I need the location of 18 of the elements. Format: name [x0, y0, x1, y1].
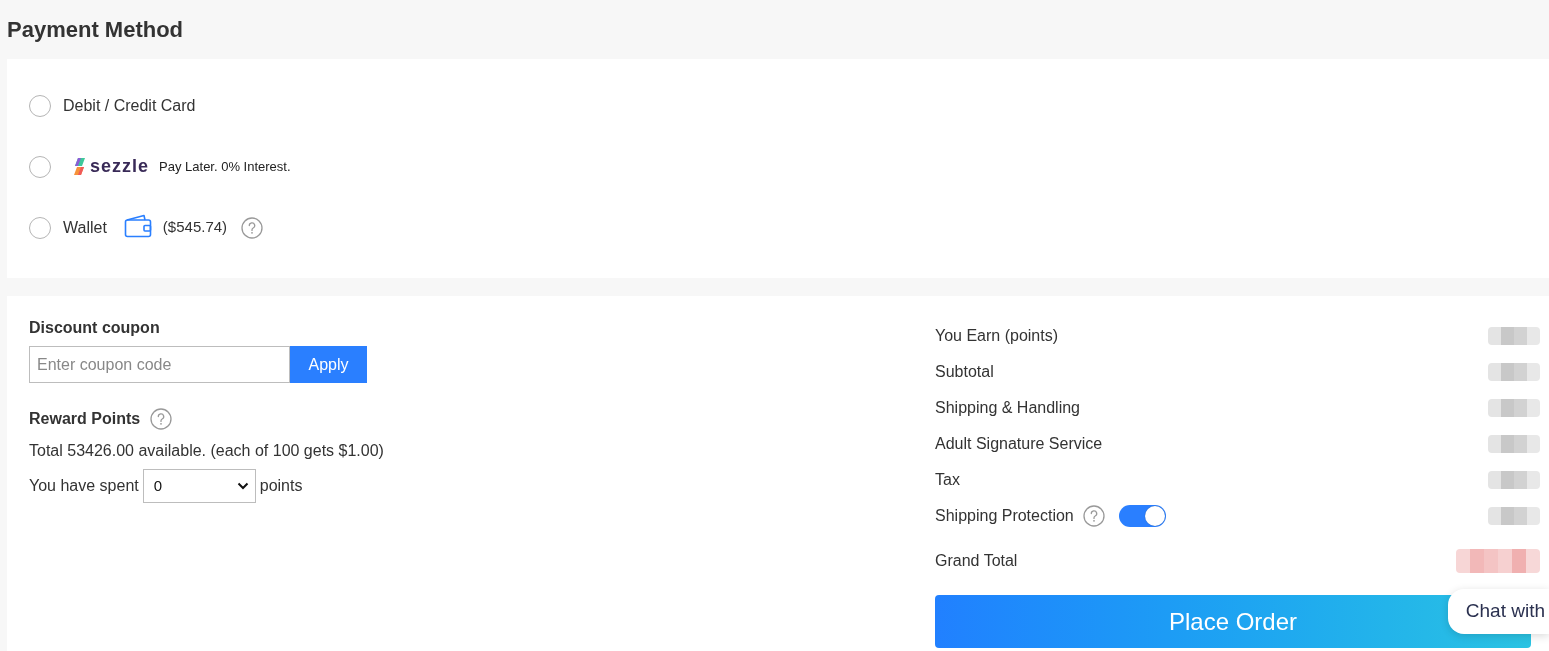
summary-label: Subtotal: [935, 362, 994, 382]
points-label: points: [259, 476, 303, 496]
option-label: Wallet: [63, 217, 107, 238]
option-label: Debit / Credit Card: [63, 95, 196, 116]
logo-wordmark: sezzle: [90, 155, 150, 178]
summary-label: You Earn (points): [935, 326, 1059, 346]
summary-label: Shipping Protection: [935, 506, 1074, 526]
summary-label: Shipping & Handling: [935, 398, 1080, 418]
spent-label: You have spent: [29, 476, 139, 496]
wallet-balance: ($545.74): [162, 217, 228, 238]
rewards-heading: Reward Points: [29, 409, 141, 429]
coupon-heading: Discount coupon: [29, 318, 160, 338]
option-tagline: Pay Later. 0% Interest.: [159, 157, 291, 176]
section-title: Payment Method: [7, 16, 184, 44]
summary-label: Tax: [935, 470, 960, 490]
rewards-summary: Total 53426.00 available. (each of 100 gets $1.00): [29, 441, 384, 461]
summary-label: Grand Total: [935, 551, 1018, 571]
summary-label: Adult Signature Service: [935, 434, 1103, 454]
